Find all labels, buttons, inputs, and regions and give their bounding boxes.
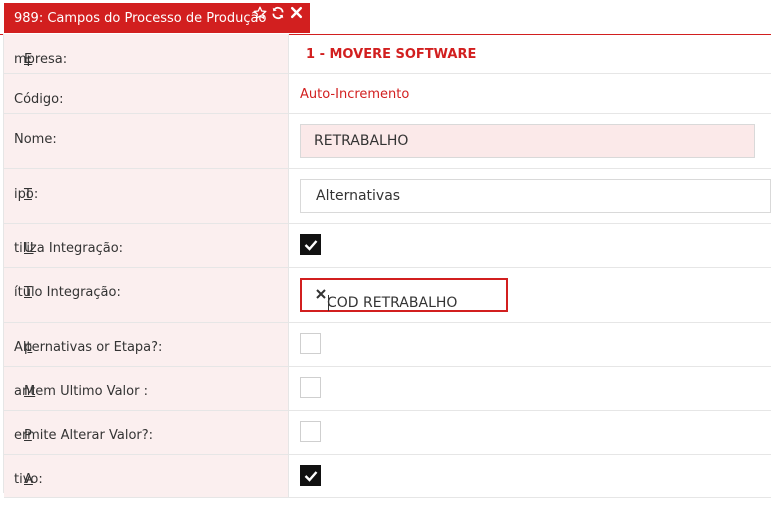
empresa-label: Empresa: [14, 52, 68, 67]
codigo-label: Código: [14, 92, 64, 107]
row-tipo: Tipo: Alternativas [4, 169, 771, 224]
ativo-label: Ativo: [14, 472, 43, 487]
text-caret [328, 295, 329, 311]
titulo-integracao-label: Título Integração: [14, 285, 121, 300]
tipo-select-value: Alternativas [316, 188, 401, 204]
row-titulo-integracao: Título Integração: COD RETRABALHO [4, 268, 771, 323]
nome-input-value: RETRABALHO [314, 133, 409, 149]
row-ativo: Ativo: [4, 455, 771, 498]
permite-alterar-valor-checkbox[interactable] [300, 421, 321, 442]
mantem-ultimo-valor-label: Mantem Ultimo Valor : [14, 384, 148, 399]
ativo-checkbox[interactable] [300, 465, 321, 486]
codigo-value: Auto-Incremento [300, 87, 410, 102]
row-codigo: Código: Auto-Incremento [4, 74, 771, 114]
titulo-integracao-value: COD RETRABALHO [327, 295, 458, 311]
close-icon[interactable] [290, 6, 306, 22]
row-alternativas-por-etapa: Alternativas p or Etapa?: [4, 323, 771, 367]
form: Empresa: 1 - MOVERE SOFTWARE Código: Aut… [4, 34, 771, 498]
row-permite-alterar-valor: Permite Alterar Valor?: [4, 411, 771, 455]
clear-icon[interactable] [315, 288, 327, 300]
check-icon [304, 240, 318, 251]
mantem-ultimo-valor-checkbox[interactable] [300, 377, 321, 398]
alternativas-por-etapa-label: Alternativas p or Etapa?: [14, 340, 163, 355]
check-icon [304, 471, 318, 482]
empresa-value: 1 - MOVERE SOFTWARE [306, 47, 477, 62]
alternativas-por-etapa-checkbox[interactable] [300, 333, 321, 354]
permite-alterar-valor-label: Permite Alterar Valor?: [14, 428, 154, 443]
nome-label: Nome: [14, 132, 57, 147]
refresh-icon[interactable] [271, 6, 287, 22]
utiliza-integracao-label: Utiliza Integração: [14, 241, 124, 256]
row-empresa: Empresa: 1 - MOVERE SOFTWARE [4, 34, 771, 74]
star-icon[interactable] [253, 6, 269, 22]
tipo-label: Tipo: [14, 187, 39, 202]
tab-bar: 989: Campos do Processo de Produção [0, 0, 771, 35]
tab-title: 989: Campos do Processo de Produção [14, 11, 267, 26]
tipo-select[interactable]: Alternativas [300, 179, 771, 213]
row-mantem-ultimo-valor: Mantem Ultimo Valor : [4, 367, 771, 411]
row-utiliza-integracao: Utiliza Integração: [4, 224, 771, 268]
utiliza-integracao-checkbox[interactable] [300, 234, 321, 255]
titulo-integracao-input[interactable]: COD RETRABALHO [300, 278, 508, 312]
nome-input[interactable]: RETRABALHO [300, 124, 755, 158]
row-nome: Nome: RETRABALHO [4, 114, 771, 169]
tab-campos-processo-producao[interactable]: 989: Campos do Processo de Produção [4, 3, 310, 33]
